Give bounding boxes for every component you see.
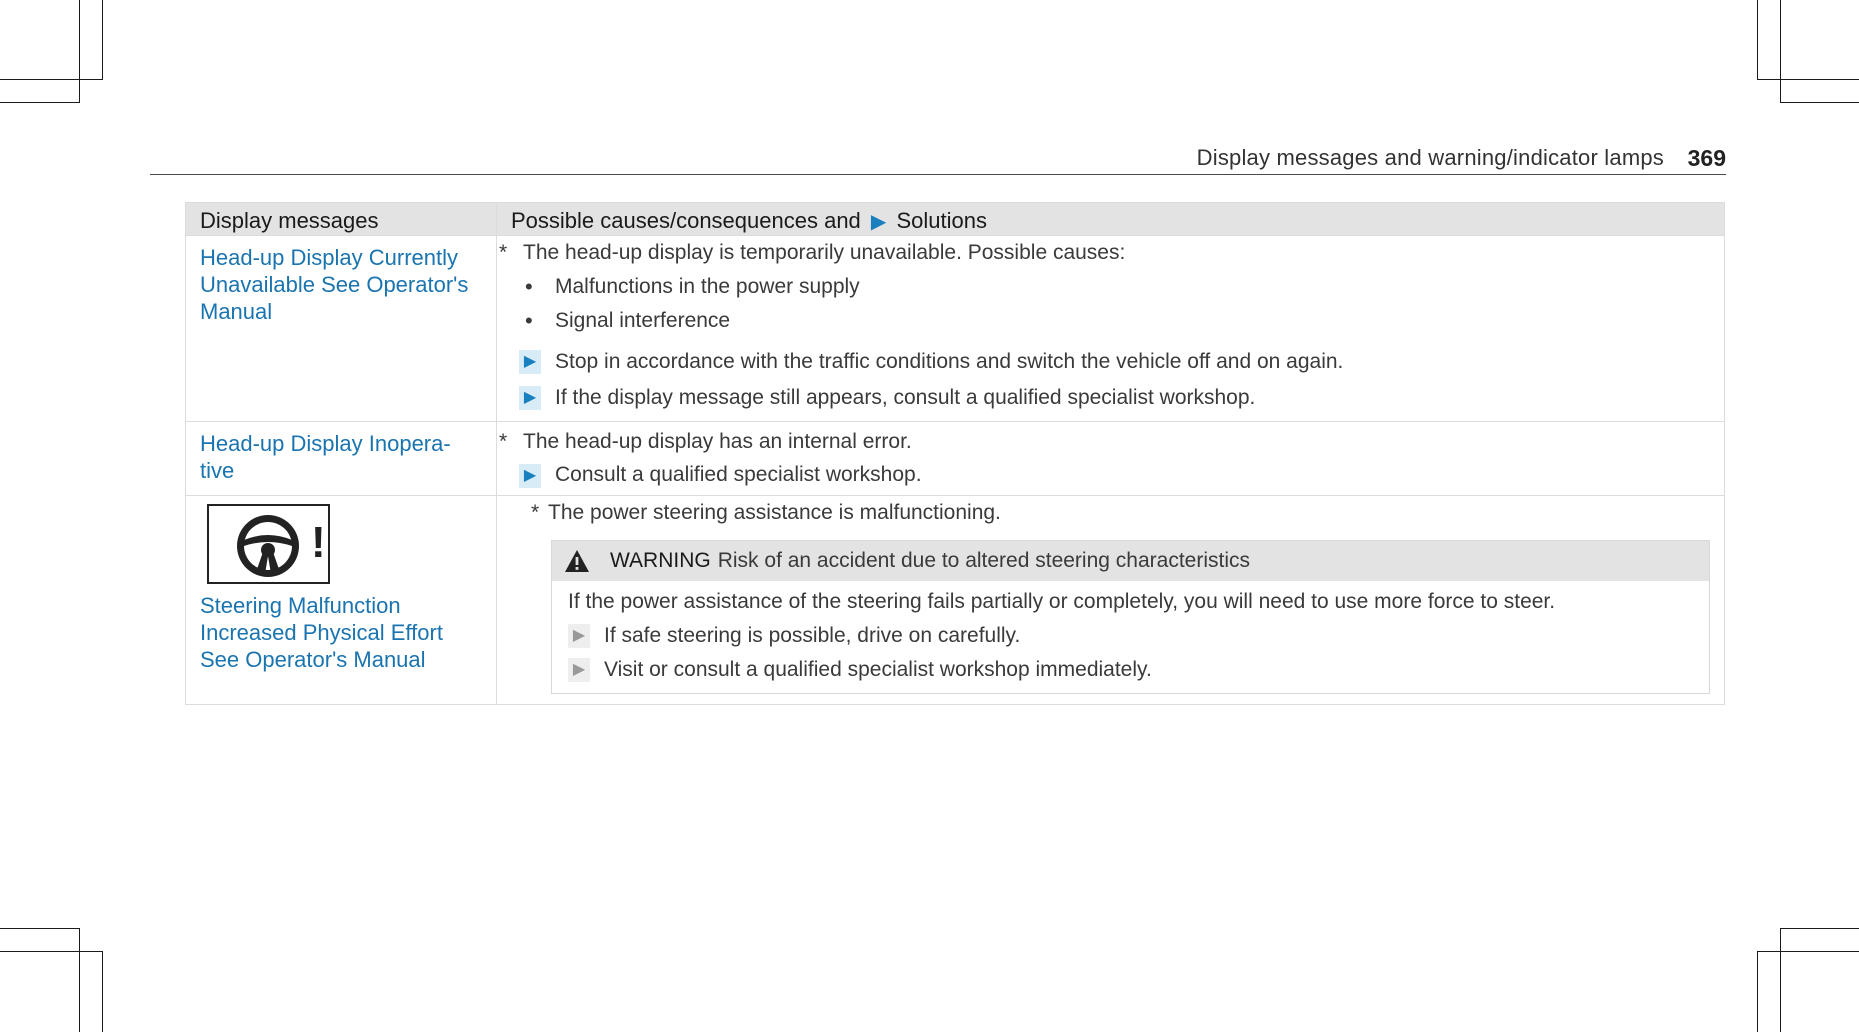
crop-mark	[0, 79, 103, 80]
exclamation-mark: !	[311, 518, 326, 567]
solution-step: ▶ If the display message still appears, …	[497, 380, 1724, 416]
crop-mark	[0, 102, 80, 103]
solution-cell: * The head-up display is temporarily una…	[496, 235, 1725, 422]
list-item: • Signal interference	[497, 304, 1724, 338]
message-name: Head-up Display Inopera-tive	[200, 431, 451, 483]
step-text: Consult a qualified specialist workshop.	[555, 463, 922, 486]
solution-arrow-icon: ▶	[870, 211, 887, 233]
step-text: If the display message still appears, co…	[555, 386, 1256, 409]
crop-mark	[1780, 102, 1859, 103]
warning-step: ▶ Visit or consult a qualified specialis…	[568, 653, 1695, 687]
cause-text: The head-up display is temporarily unava…	[523, 241, 1126, 264]
message-cell: Head-up Display Inopera-tive	[185, 421, 497, 496]
steering-wheel-warning-icon: !	[207, 504, 330, 584]
message-name: Steering Malfunction Increased Physical …	[200, 593, 443, 672]
table-header-row: Display messages Possible causes/consequ…	[185, 202, 1725, 236]
step-text: Stop in accordance with the traffic cond…	[555, 350, 1344, 373]
message-name: Head-up Display Currently Unavailable Se…	[200, 245, 469, 324]
crop-mark	[102, 0, 103, 80]
step-arrow-icon: ▶	[568, 658, 590, 682]
crop-mark	[79, 0, 80, 103]
cause-line: * The head-up display is temporarily una…	[497, 236, 1724, 270]
column-header-messages: Display messages	[185, 202, 497, 236]
crop-mark	[0, 928, 80, 929]
crop-mark	[102, 951, 103, 1032]
warning-header: WARNING Risk of an accident due to alter…	[552, 541, 1709, 581]
step-arrow-icon: ▶	[568, 624, 590, 648]
table-row: Head-up Display Currently Unavailable Se…	[185, 235, 1725, 422]
crop-mark	[0, 951, 103, 952]
column-header-solutions-text: Possible causes/consequences and	[511, 208, 861, 233]
solution-cell: * The head-up display has an internal er…	[496, 421, 1725, 496]
step-text: Visit or consult a qualified specialist …	[604, 658, 1152, 681]
cause-text: The power steering assistance is malfunc…	[548, 501, 1001, 524]
bullet-text: Signal interference	[555, 309, 731, 332]
message-cell: Head-up Display Currently Unavailable Se…	[185, 235, 497, 422]
warning-body: If the power assistance of the steering …	[552, 581, 1709, 693]
cause-line: * The head-up display has an internal er…	[497, 426, 1724, 458]
crop-mark	[1780, 928, 1859, 929]
warning-title: Risk of an accident due to altered steer…	[717, 549, 1250, 572]
solution-cell: * The power steering assistance is malfu…	[496, 495, 1725, 705]
warning-label: WARNING	[610, 549, 711, 572]
page-header: Display messages and warning/indicator l…	[150, 140, 1726, 175]
cause-text: The head-up display has an internal erro…	[523, 430, 912, 453]
bullet-icon: •	[525, 274, 533, 299]
crop-mark	[1757, 0, 1758, 80]
asterisk-marker: *	[499, 430, 508, 453]
warning-triangle-icon	[565, 550, 589, 572]
crop-mark	[79, 928, 80, 1032]
cause-line: * The power steering assistance is malfu…	[531, 496, 1724, 530]
display-messages-table: Display messages Possible causes/consequ…	[185, 202, 1725, 705]
crop-mark	[1757, 951, 1758, 1032]
crop-mark	[1757, 951, 1859, 952]
table-row: ! Steering Malfunction Increased Physica…	[185, 495, 1725, 705]
table-row: Head-up Display Inopera-tive * The head-…	[185, 421, 1725, 496]
crop-mark	[1780, 928, 1781, 1032]
step-arrow-icon: ▶	[519, 386, 541, 410]
bullet-icon: •	[525, 308, 533, 333]
step-text: If safe steering is possible, drive on c…	[604, 624, 1021, 647]
bullet-text: Malfunctions in the power supply	[555, 275, 860, 298]
step-arrow-icon: ▶	[519, 350, 541, 374]
asterisk-marker: *	[499, 241, 508, 264]
crop-mark	[1757, 79, 1859, 80]
asterisk-marker: *	[531, 501, 540, 524]
column-header-solutions-suffix: Solutions	[896, 208, 987, 233]
warning-step: ▶ If safe steering is possible, drive on…	[568, 619, 1695, 653]
solution-step: ▶ Stop in accordance with the traffic co…	[497, 344, 1724, 380]
solution-step: ▶ Consult a qualified specialist worksho…	[497, 458, 1724, 492]
warning-box: WARNING Risk of an accident due to alter…	[551, 540, 1710, 694]
column-header-solutions: Possible causes/consequences and ▶ Solut…	[496, 202, 1725, 236]
step-arrow-icon: ▶	[519, 464, 541, 488]
warning-text: If the power assistance of the steering …	[568, 590, 1556, 613]
page-number: 369	[1687, 145, 1726, 171]
crop-mark	[1780, 0, 1781, 103]
message-cell: ! Steering Malfunction Increased Physica…	[185, 495, 497, 705]
running-title: Display messages and warning/indicator l…	[1196, 145, 1664, 170]
list-item: • Malfunctions in the power supply	[497, 270, 1724, 304]
